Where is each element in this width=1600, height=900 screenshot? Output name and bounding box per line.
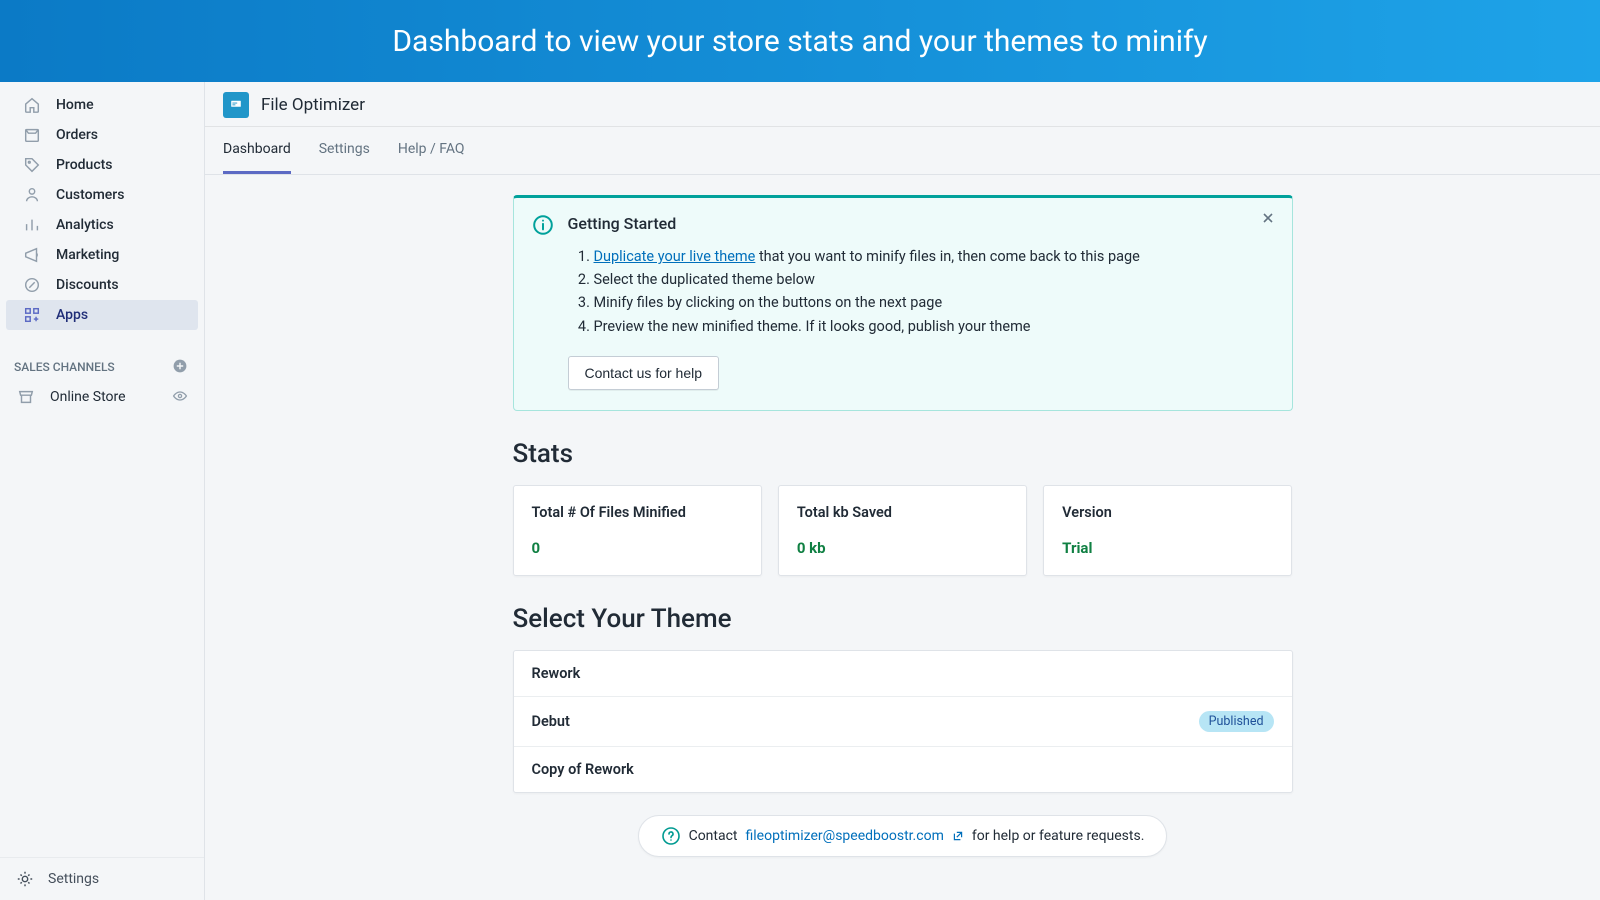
- apps-icon: [22, 305, 42, 325]
- nav-discounts[interactable]: Discounts: [6, 270, 198, 300]
- nav-orders[interactable]: Orders: [6, 120, 198, 150]
- discounts-icon: [22, 275, 42, 295]
- step-1: Duplicate your live theme that you want …: [594, 245, 1140, 268]
- stat-kb-saved: Total kb Saved 0 kb: [778, 485, 1027, 576]
- theme-name: Copy of Rework: [532, 761, 634, 778]
- channels-header-text: SALES CHANNELS: [14, 360, 115, 374]
- stats-row: Total # Of Files Minified 0 Total kb Sav…: [513, 485, 1293, 576]
- tab-help[interactable]: Help / FAQ: [398, 127, 465, 174]
- nav-marketing[interactable]: Marketing: [6, 240, 198, 270]
- tab-settings[interactable]: Settings: [319, 127, 370, 174]
- external-link-icon: [952, 830, 964, 842]
- theme-row[interactable]: Debut Published: [514, 697, 1292, 747]
- step-3: Minify files by clicking on the buttons …: [594, 291, 1140, 314]
- nav-customers[interactable]: Customers: [6, 180, 198, 210]
- stat-value: 0: [532, 539, 743, 557]
- stat-value: Trial: [1062, 539, 1273, 557]
- customers-icon: [22, 185, 42, 205]
- nav-label: Analytics: [56, 217, 114, 233]
- theme-name: Debut: [532, 713, 570, 730]
- footer-prefix: Contact: [689, 828, 738, 844]
- products-icon: [22, 155, 42, 175]
- published-badge: Published: [1199, 711, 1274, 732]
- add-channel-button[interactable]: [172, 358, 190, 376]
- nav-label: Discounts: [56, 277, 119, 293]
- nav-analytics[interactable]: Analytics: [6, 210, 198, 240]
- close-icon[interactable]: [1260, 210, 1278, 228]
- stat-label: Total kb Saved: [797, 504, 1008, 521]
- footer-suffix: for help or feature requests.: [972, 828, 1145, 844]
- store-icon: [16, 387, 36, 407]
- help-icon: [661, 826, 681, 846]
- view-store-icon[interactable]: [172, 388, 190, 406]
- theme-list: Rework Debut Published Copy of Rework: [513, 650, 1293, 793]
- theme-row[interactable]: Copy of Rework: [514, 747, 1292, 792]
- nav-label: Apps: [56, 307, 88, 323]
- nav-label: Marketing: [56, 247, 119, 263]
- themes-heading: Select Your Theme: [513, 604, 1293, 634]
- channel-online-store[interactable]: Online Store: [0, 382, 204, 412]
- stat-files-minified: Total # Of Files Minified 0: [513, 485, 762, 576]
- channel-label: Online Store: [50, 389, 126, 405]
- contact-help-button[interactable]: Contact us for help: [568, 356, 720, 390]
- app-title: File Optimizer: [261, 95, 365, 115]
- stat-value: 0 kb: [797, 539, 1008, 557]
- info-icon: [532, 214, 554, 236]
- promo-banner: Dashboard to view your store stats and y…: [0, 0, 1600, 82]
- tab-dashboard[interactable]: Dashboard: [223, 127, 291, 174]
- nav-label: Products: [56, 157, 113, 173]
- contact-email-link[interactable]: fileoptimizer@speedboostr.com: [746, 828, 944, 844]
- stat-label: Total # Of Files Minified: [532, 504, 743, 521]
- tabs: Dashboard Settings Help / FAQ: [205, 127, 1600, 175]
- theme-row[interactable]: Rework: [514, 651, 1292, 697]
- main: File Optimizer Dashboard Settings Help /…: [205, 82, 1600, 900]
- sales-channels-header: SALES CHANNELS: [0, 348, 204, 382]
- nav-label: Orders: [56, 127, 98, 143]
- banner-text: Dashboard to view your store stats and y…: [392, 24, 1207, 59]
- app-icon: [223, 92, 249, 118]
- nav-label: Customers: [56, 187, 124, 203]
- sidebar: Home Orders Products Customers Analytics…: [0, 82, 205, 900]
- content: Getting Started Duplicate your live them…: [503, 195, 1303, 857]
- orders-icon: [22, 125, 42, 145]
- callout-steps: Duplicate your live theme that you want …: [594, 245, 1140, 338]
- home-icon: [22, 95, 42, 115]
- step-4: Preview the new minified theme. If it lo…: [594, 315, 1140, 338]
- nav-products[interactable]: Products: [6, 150, 198, 180]
- settings-label: Settings: [48, 871, 99, 887]
- marketing-icon: [22, 245, 42, 265]
- getting-started-callout: Getting Started Duplicate your live them…: [513, 195, 1293, 411]
- nav-apps[interactable]: Apps: [6, 300, 198, 330]
- footer-contact: Contact fileoptimizer@speedboostr.com fo…: [638, 815, 1168, 857]
- nav-settings[interactable]: Settings: [0, 857, 204, 900]
- nav-home[interactable]: Home: [6, 90, 198, 120]
- duplicate-theme-link[interactable]: Duplicate your live theme: [594, 248, 756, 265]
- stat-label: Version: [1062, 504, 1273, 521]
- theme-name: Rework: [532, 665, 581, 682]
- analytics-icon: [22, 215, 42, 235]
- app-header: File Optimizer: [205, 82, 1600, 127]
- settings-icon: [16, 870, 34, 888]
- callout-body: Getting Started Duplicate your live them…: [568, 214, 1140, 390]
- callout-title: Getting Started: [568, 214, 1140, 233]
- stats-heading: Stats: [513, 439, 1293, 469]
- nav-label: Home: [56, 97, 94, 113]
- step-2: Select the duplicated theme below: [594, 268, 1140, 291]
- stat-version: Version Trial: [1043, 485, 1292, 576]
- layout: Home Orders Products Customers Analytics…: [0, 82, 1600, 900]
